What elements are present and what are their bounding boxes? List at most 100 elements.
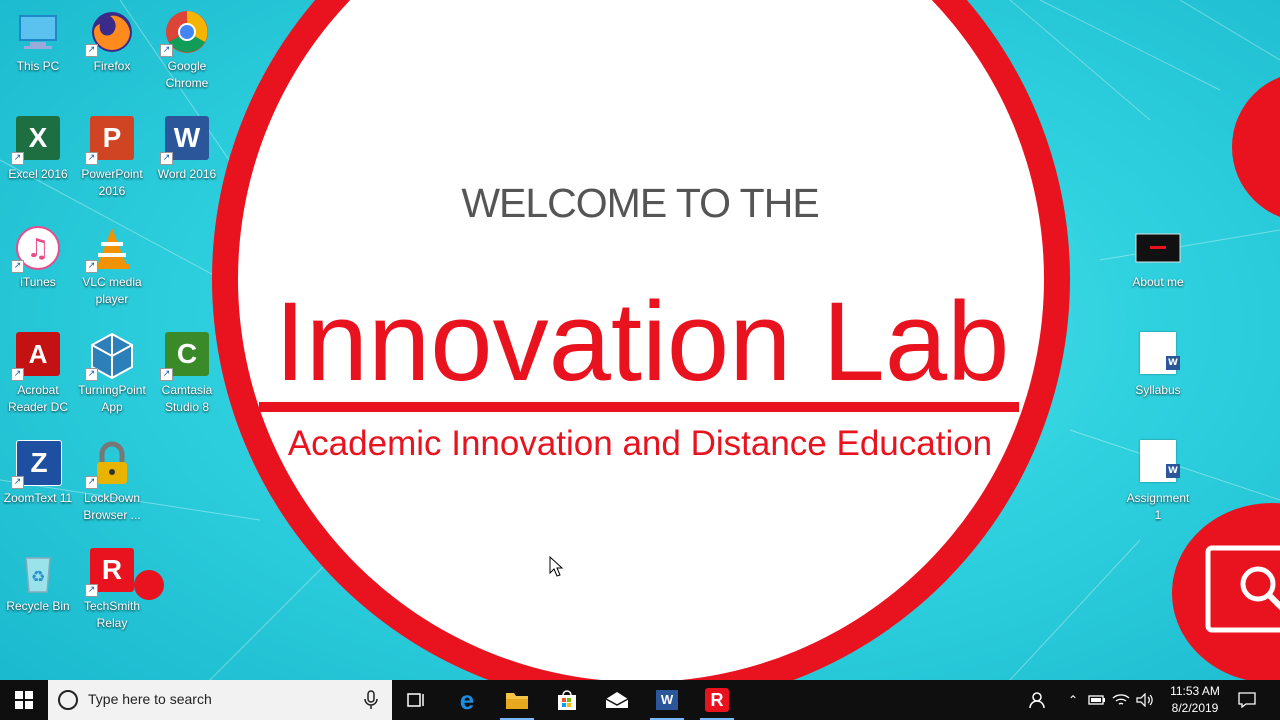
chrome-icon: ↗ <box>160 8 211 57</box>
recording-dot-icon <box>134 570 164 600</box>
taskbar-mail[interactable] <box>592 680 642 720</box>
this-pc-icon <box>14 8 62 56</box>
clock-time: 11:53 AM <box>1170 684 1220 698</box>
desktop-icon-word[interactable]: W ↗ Word 2016 <box>149 110 225 183</box>
taskbar-file-explorer[interactable] <box>492 680 542 720</box>
desktop-icon-acrobat[interactable]: A ↗ Acrobat Reader DC <box>0 326 76 416</box>
people-button[interactable] <box>1024 680 1052 720</box>
desktop-icon-excel[interactable]: X ↗ Excel 2016 <box>0 110 76 183</box>
taskbar-search-box[interactable]: Type here to search <box>48 680 392 720</box>
desktop-icon-powerpoint[interactable]: P ↗ PowerPoint 2016 <box>74 110 150 200</box>
cortana-icon <box>58 690 78 710</box>
icon-label: Recycle Bin <box>6 599 70 613</box>
mouse-cursor-icon <box>549 556 564 577</box>
start-button[interactable] <box>0 680 48 720</box>
shortcut-arrow-icon: ↗ <box>85 260 98 273</box>
turningpoint-icon: ↗ <box>85 332 136 381</box>
word-icon: W <box>656 690 678 710</box>
vlc-icon: ↗ <box>85 224 136 273</box>
chevron-up-icon: ⌃ <box>1067 693 1079 707</box>
monitor-search-icon <box>1205 545 1280 633</box>
firefox-icon: ↗ <box>85 8 136 57</box>
search-placeholder: Type here to search <box>88 691 212 707</box>
desktop-icon-vlc[interactable]: ↗ VLC media player <box>74 218 150 308</box>
taskbar-store[interactable] <box>542 680 592 720</box>
desktop-icon-about-me[interactable]: About me <box>1120 218 1196 291</box>
desktop-icon-itunes[interactable]: ♫ ↗ iTunes <box>0 218 76 291</box>
icon-label: VLC media player <box>82 275 142 306</box>
icon-label: TechSmith Relay <box>83 599 141 630</box>
shortcut-arrow-icon: ↗ <box>85 584 98 597</box>
desktop-icon-firefox[interactable]: ↗ Firefox <box>74 2 150 75</box>
taskbar-edge[interactable]: e <box>442 680 492 720</box>
shortcut-arrow-icon: ↗ <box>11 152 24 165</box>
shortcut-arrow-icon: ↗ <box>160 44 173 57</box>
icon-label: Google Chrome <box>165 59 209 90</box>
windows-logo-icon <box>15 691 33 709</box>
relay-icon: R <box>705 688 729 712</box>
lab-title: Innovation Lab <box>274 279 1010 404</box>
battery-icon <box>1088 695 1105 705</box>
icon-label: LockDown Browser ... <box>83 491 141 522</box>
desktop-icon-zoomtext[interactable]: Z ↗ ZoomText 11 <box>0 434 76 507</box>
show-hidden-icons-button[interactable]: ⌃ <box>1062 680 1084 720</box>
wifi-icon <box>1112 694 1130 705</box>
icon-label: Syllabus <box>1135 383 1181 397</box>
desktop-icon-camtasia[interactable]: C ↗ Camtasia Studio 8 <box>149 326 225 416</box>
people-icon <box>1029 692 1045 709</box>
shortcut-arrow-icon: ↗ <box>85 476 98 489</box>
speaker-icon <box>1136 693 1153 707</box>
taskbar-techsmith-relay[interactable]: R <box>692 680 742 720</box>
svg-text:♻: ♻ <box>31 567 45 586</box>
task-view-button[interactable] <box>392 680 442 720</box>
recycle-bin-icon: ♻ <box>14 548 62 596</box>
icon-label: Acrobat Reader DC <box>7 383 69 414</box>
icon-label: ZoomText 11 <box>3 491 73 505</box>
shortcut-arrow-icon: ↗ <box>85 152 98 165</box>
clock-date: 8/2/2019 <box>1171 701 1219 715</box>
desktop-icon-syllabus[interactable]: W Syllabus <box>1120 326 1196 399</box>
task-view-icon <box>407 693 424 707</box>
volume-control[interactable] <box>1134 680 1156 720</box>
icon-label: Assignment 1 <box>1126 491 1190 522</box>
desktop-icon-this-pc[interactable]: This PC <box>0 2 76 75</box>
itunes-icon: ♫ ↗ <box>11 224 62 273</box>
icon-label: TurningPoint App <box>78 383 146 414</box>
taskbar-clock[interactable]: 11:53 AM 8/2/2019 <box>1160 683 1230 717</box>
desktop-icon-lockdown-browser[interactable]: ↗ LockDown Browser ... <box>74 434 150 524</box>
icon-label: Camtasia Studio 8 <box>161 383 213 414</box>
icon-label: Excel 2016 <box>8 167 68 181</box>
lab-subtitle: Academic Innovation and Distance Educati… <box>287 424 993 463</box>
desktop-icon-chrome[interactable]: ↗ Google Chrome <box>149 2 225 92</box>
mail-icon <box>605 692 629 708</box>
microphone-icon[interactable] <box>364 690 378 710</box>
desktop-icon-assignment[interactable]: W Assignment 1 <box>1120 434 1196 524</box>
desktop-icon-turningpoint[interactable]: ↗ TurningPoint App <box>74 326 150 416</box>
word-document-icon: W <box>1140 332 1180 374</box>
word-document-icon: W <box>1140 440 1180 482</box>
icon-label: Word 2016 <box>157 167 217 181</box>
taskbar-word[interactable]: W <box>642 680 692 720</box>
action-center-button[interactable] <box>1234 680 1260 720</box>
icon-label: About me <box>1132 275 1184 289</box>
shortcut-arrow-icon: ↗ <box>85 368 98 381</box>
network-status[interactable] <box>1110 680 1132 720</box>
taskbar: Type here to search e W R ⌃ 11:53 AM 8/2… <box>0 680 1280 720</box>
lock-icon: ↗ <box>85 440 136 489</box>
notification-icon <box>1238 692 1256 708</box>
title-underline <box>259 402 1019 412</box>
shortcut-arrow-icon: ↗ <box>160 152 173 165</box>
icon-label: iTunes <box>20 275 56 289</box>
shortcut-arrow-icon: ↗ <box>11 476 24 489</box>
icon-label: This PC <box>16 59 60 73</box>
icon-label: PowerPoint 2016 <box>81 167 143 198</box>
folder-icon <box>506 693 528 709</box>
shortcut-arrow-icon: ↗ <box>160 368 173 381</box>
battery-status[interactable] <box>1086 680 1108 720</box>
welcome-heading: WELCOME TO THE <box>461 180 819 226</box>
edge-icon: e <box>459 684 475 715</box>
store-icon <box>558 690 576 710</box>
desktop-icon-recycle-bin[interactable]: ♻ Recycle Bin <box>0 542 76 615</box>
svg-text:♫: ♫ <box>26 234 49 264</box>
shortcut-arrow-icon: ↗ <box>11 368 24 381</box>
